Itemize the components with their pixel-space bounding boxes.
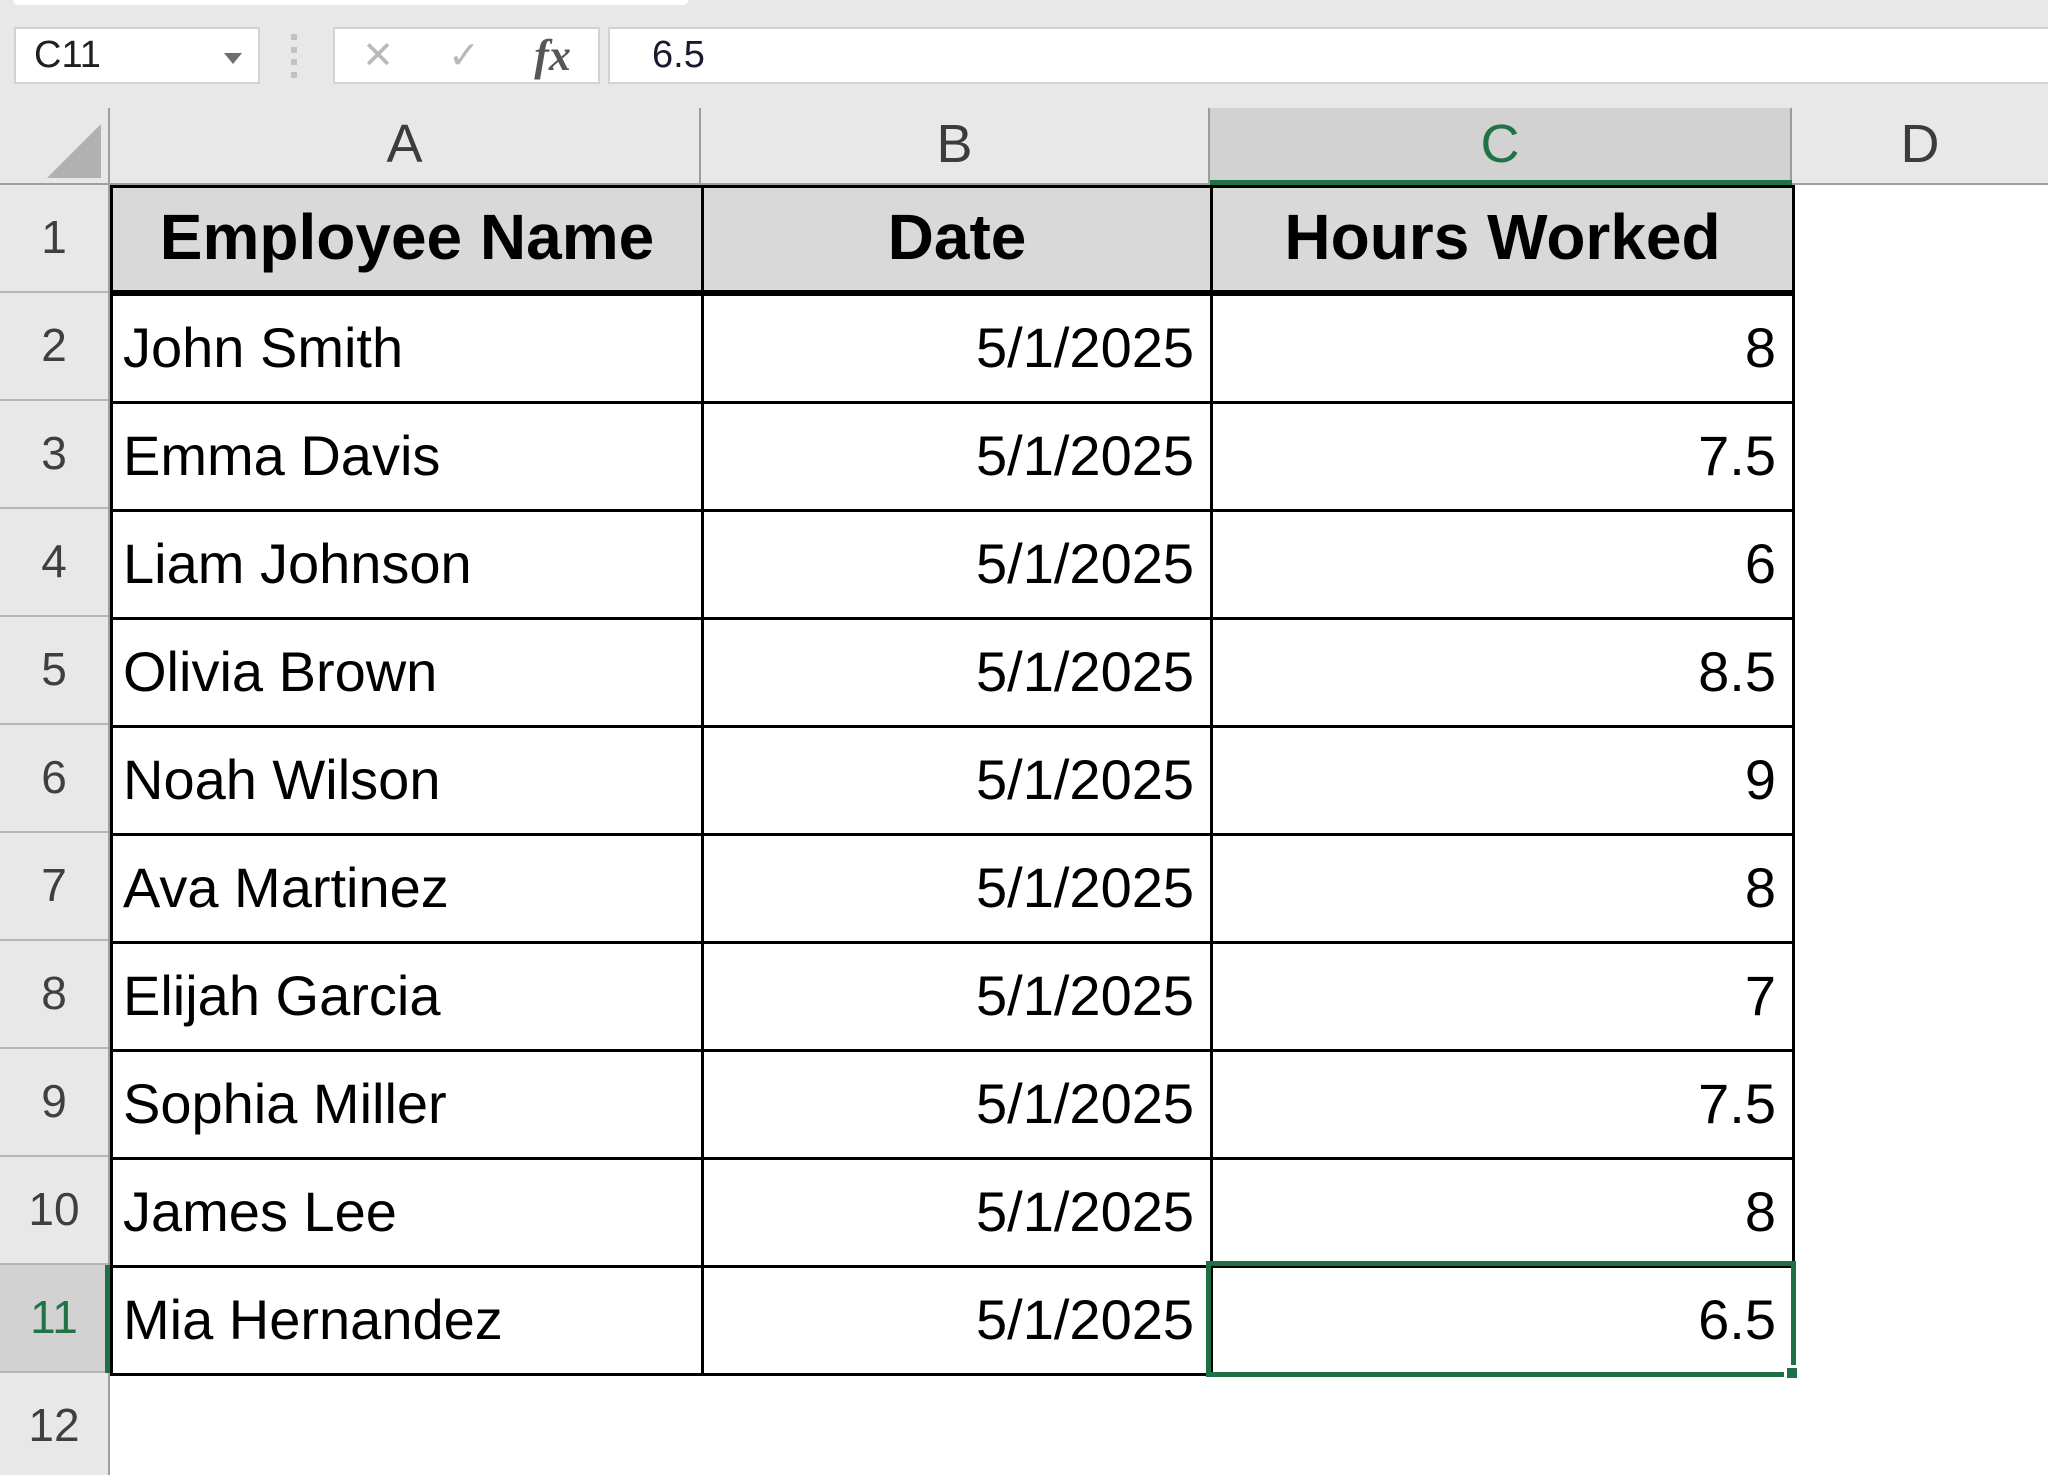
formula-value: 6.5: [652, 34, 705, 76]
cell-A6[interactable]: Noah Wilson: [113, 728, 704, 836]
cell-B4[interactable]: 5/1/2025: [704, 512, 1213, 620]
cell-B9[interactable]: 5/1/2025: [704, 1052, 1213, 1160]
row-header-4[interactable]: 4: [0, 509, 108, 617]
cell-B1[interactable]: Date: [704, 188, 1213, 296]
cell-B2[interactable]: 5/1/2025: [704, 296, 1213, 404]
cell-C4[interactable]: 6: [1213, 512, 1795, 620]
cell-A4[interactable]: Liam Johnson: [113, 512, 704, 620]
excel-window: C11 ✕ ✓ fx 6.5 A B C D 1: [0, 0, 2048, 1475]
select-all-button[interactable]: [0, 108, 110, 183]
column-header-c-selected[interactable]: C: [1210, 108, 1792, 183]
cell-A1[interactable]: Employee Name: [113, 188, 704, 296]
formula-button-group: ✕ ✓ fx: [333, 27, 600, 84]
cell-C7[interactable]: 8: [1213, 836, 1795, 944]
name-box-dropdown-icon[interactable]: [224, 53, 242, 64]
cell-A10[interactable]: James Lee: [113, 1160, 704, 1268]
cell-C1[interactable]: Hours Worked: [1213, 188, 1795, 296]
formula-bar-grip-icon[interactable]: [291, 34, 297, 78]
cell-A2[interactable]: John Smith: [113, 296, 704, 404]
cell-C9[interactable]: 7.5: [1213, 1052, 1795, 1160]
cell-C8[interactable]: 7: [1213, 944, 1795, 1052]
cell-C2[interactable]: 8: [1213, 296, 1795, 404]
data-table: Employee Name Date Hours Worked John Smi…: [110, 185, 1795, 1376]
cell-C3[interactable]: 7.5: [1213, 404, 1795, 512]
cell-A8[interactable]: Elijah Garcia: [113, 944, 704, 1052]
row-header-8[interactable]: 8: [0, 941, 108, 1049]
row-header-2[interactable]: 2: [0, 293, 108, 401]
ribbon-control-edge: [13, 0, 688, 5]
cell-B8[interactable]: 5/1/2025: [704, 944, 1213, 1052]
cell-C10[interactable]: 8: [1213, 1160, 1795, 1268]
cell-B5[interactable]: 5/1/2025: [704, 620, 1213, 728]
enter-icon[interactable]: ✓: [442, 37, 486, 75]
row-header-11-selected[interactable]: 11: [0, 1265, 108, 1373]
column-header-d[interactable]: D: [1792, 108, 2048, 183]
row-header-band: 1 2 3 4 5 6 7 8 9 10 11 12: [0, 185, 110, 1475]
cell-A3[interactable]: Emma Davis: [113, 404, 704, 512]
cell-A11[interactable]: Mia Hernandez: [113, 1268, 704, 1376]
selected-row-accent: [105, 1265, 110, 1373]
column-header-band: A B C D: [0, 108, 2048, 185]
row-header-7[interactable]: 7: [0, 833, 108, 941]
row-header-9[interactable]: 9: [0, 1049, 108, 1157]
cell-A7[interactable]: Ava Martinez: [113, 836, 704, 944]
cell-C5[interactable]: 8.5: [1213, 620, 1795, 728]
name-box[interactable]: C11: [14, 27, 260, 84]
cell-B11[interactable]: 5/1/2025: [704, 1268, 1213, 1376]
fill-handle[interactable]: [1784, 1365, 1800, 1381]
column-header-b[interactable]: B: [701, 108, 1210, 183]
cell-B7[interactable]: 5/1/2025: [704, 836, 1213, 944]
cancel-icon[interactable]: ✕: [356, 37, 400, 75]
cell-C6[interactable]: 9: [1213, 728, 1795, 836]
row-header-10[interactable]: 10: [0, 1157, 108, 1265]
cell-B6[interactable]: 5/1/2025: [704, 728, 1213, 836]
row-header-5[interactable]: 5: [0, 617, 108, 725]
name-box-value: C11: [34, 34, 101, 76]
row-header-12[interactable]: 12: [0, 1373, 108, 1475]
row-header-3[interactable]: 3: [0, 401, 108, 509]
row-header-1[interactable]: 1: [0, 185, 108, 293]
column-header-a[interactable]: A: [110, 108, 701, 183]
cell-B10[interactable]: 5/1/2025: [704, 1160, 1213, 1268]
cell-A9[interactable]: Sophia Miller: [113, 1052, 704, 1160]
formula-bar: C11 ✕ ✓ fx 6.5: [0, 0, 2048, 108]
row-header-6[interactable]: 6: [0, 725, 108, 833]
formula-input[interactable]: 6.5: [608, 27, 2048, 84]
selected-column-accent: [1210, 180, 1792, 185]
insert-function-icon[interactable]: fx: [528, 34, 577, 78]
select-all-triangle-icon: [47, 124, 101, 178]
cell-B3[interactable]: 5/1/2025: [704, 404, 1213, 512]
active-cell-selection: [1206, 1261, 1796, 1377]
worksheet-grid: A B C D 1 2 3 4 5 6 7 8 9 10 11 12 Emplo…: [0, 108, 2048, 1475]
cell-A5[interactable]: Olivia Brown: [113, 620, 704, 728]
